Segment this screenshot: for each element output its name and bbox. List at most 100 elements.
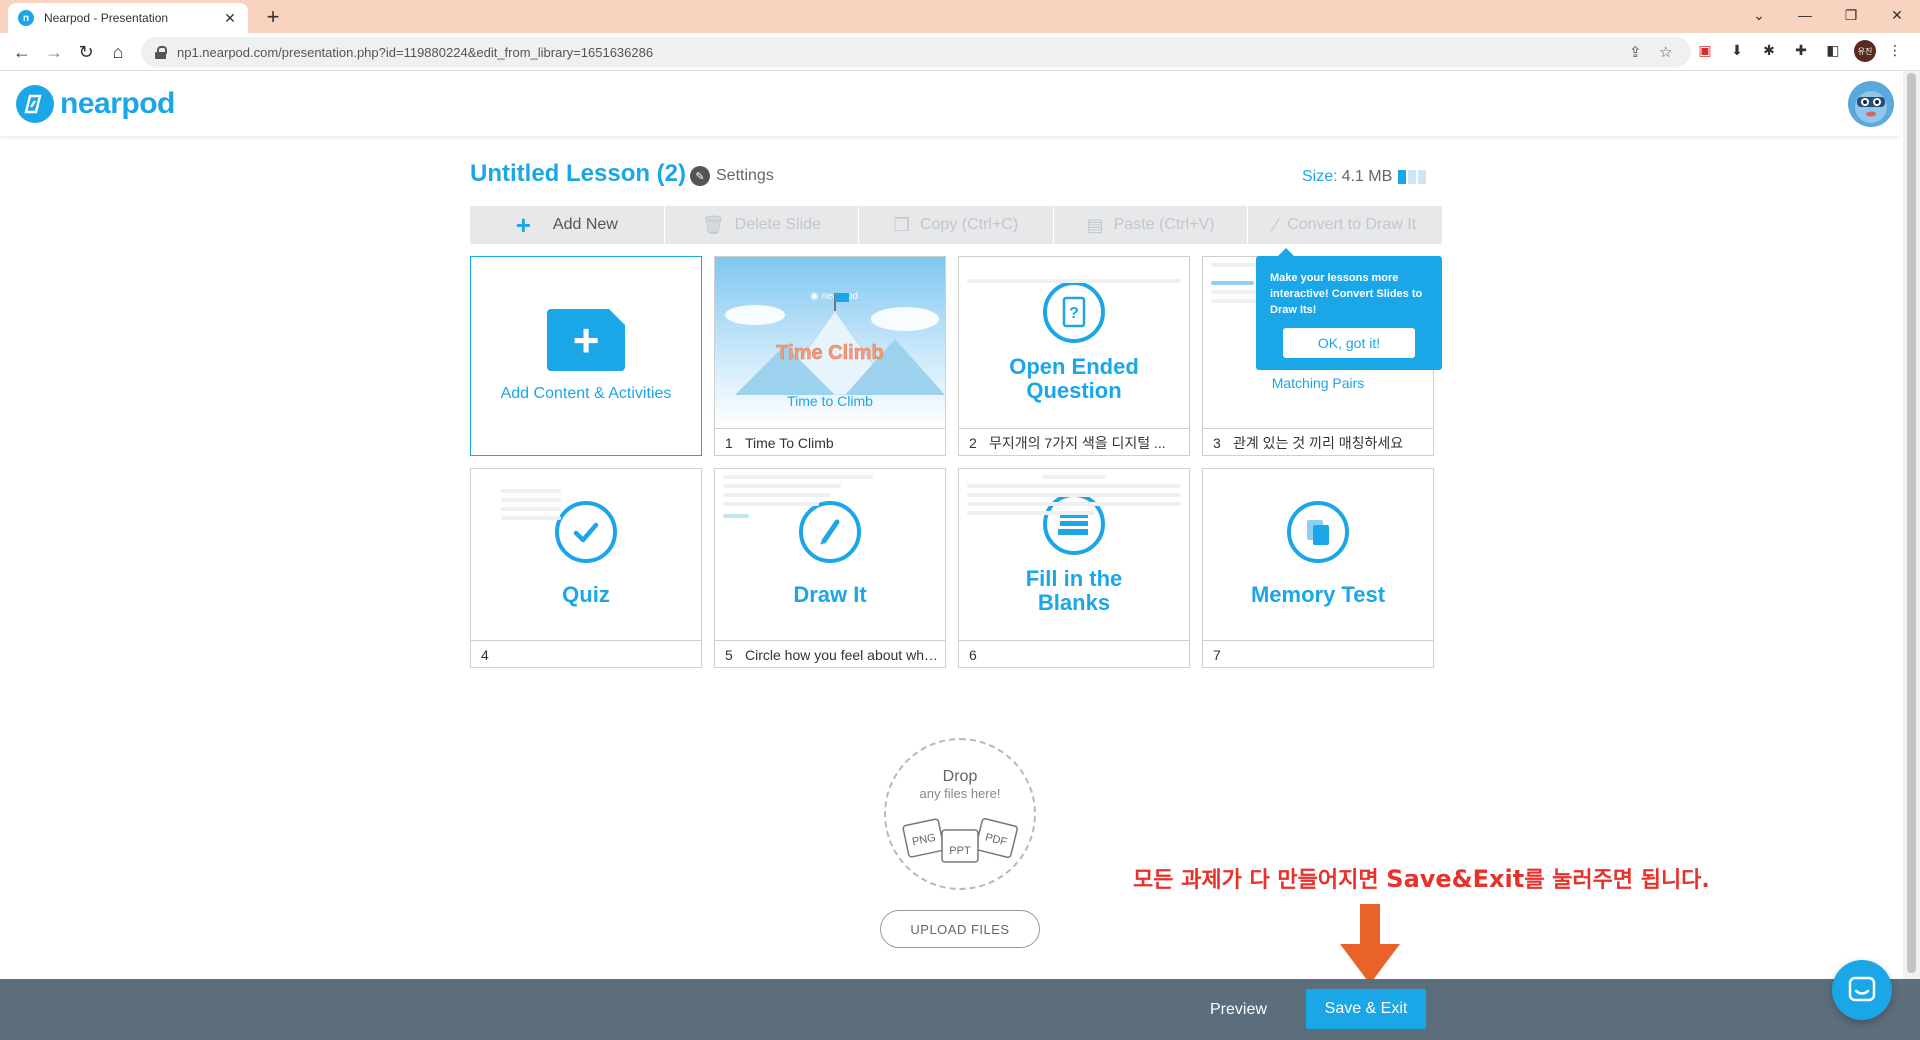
extension-download-icon[interactable]: ⬇ [1728,41,1746,59]
slide-thumb-1: ◉ nearpod Time Climb Time to Climb [715,257,945,427]
slide-thumb-4: Quiz [471,469,701,639]
slide-caption-text: Circle how you feel about what yo... [745,646,945,663]
memory-test-cards-icon [1287,501,1349,563]
slide-caption-1: 1 Time To Climb [715,428,945,456]
slide-action-bar: + Add New 🗑︎ Delete Slide ❐ Copy (Ctrl+C… [470,206,1442,244]
settings-label: Settings [716,167,774,184]
tooltip-text: Make your lessons more interactive! Conv… [1270,272,1423,316]
back-icon[interactable]: ← [8,38,36,66]
slide-number: 5 [725,646,733,663]
copy-button[interactable]: ❐ Copy (Ctrl+C) [859,206,1054,244]
tab-close-icon[interactable]: ✕ [222,10,238,27]
down-arrow-icon [1340,904,1400,984]
slide-caption-7: 7 [1203,640,1433,668]
ok-got-it-button[interactable]: OK, got it! [1283,328,1415,358]
paste-button[interactable]: ▤ Paste (Ctrl+V) [1054,206,1249,244]
annotation-text-before: 모든 과제가 다 만들어지면 [1133,868,1387,893]
upload-files-button[interactable]: UPLOAD FILES [880,910,1040,948]
nearpod-logo[interactable]: nearpod [16,85,175,123]
home-icon[interactable]: ⌂ [104,38,132,66]
slide-type-label-5: Draw It [793,582,867,607]
time-climb-art-text: Time Climb [776,342,883,364]
convert-tooltip: Make your lessons more interactive! Conv… [1256,248,1442,370]
add-content-card[interactable]: + Add Content & Activities [470,256,702,456]
slide-type-label-2: Open Ended Question [1009,354,1139,403]
slide-card-4[interactable]: Quiz 4 [470,468,702,668]
side-panel-icon[interactable]: ◧ [1824,41,1842,59]
slide-caption-5: 5 Circle how you feel about what yo... [715,640,945,668]
slide-number: 6 [969,646,977,663]
minimize-icon[interactable]: — [1782,0,1828,30]
slide-number: 3 [1213,434,1221,451]
restore-icon[interactable]: ❐ [1828,0,1874,30]
slide-card-5[interactable]: Draw It 5 Circle how you feel about what … [714,468,946,668]
user-avatar[interactable] [1848,81,1894,127]
size-label: Size: [1302,168,1338,185]
add-content-label: Add Content & Activities [500,385,672,402]
add-content-icon: + [547,309,625,371]
browser-toolbar: ← → ↻ ⌂ np1.nearpod.com/presentation.php… [0,33,1920,71]
paste-label: Paste (Ctrl+V) [1113,216,1215,233]
convert-label: Convert to Draw It [1287,216,1417,233]
preview-button[interactable]: Preview [1196,995,1281,1025]
svg-text:?: ? [1069,305,1079,322]
trash-icon: 🗑︎ [701,214,725,235]
lesson-title[interactable]: Untitled Lesson (2) [470,160,686,188]
save-exit-button[interactable]: Save & Exit [1306,989,1426,1029]
quiz-checkmark-icon [555,501,617,563]
slide-card-7[interactable]: Memory Test 7 [1202,468,1434,668]
lock-icon[interactable] [155,46,167,59]
slide-caption-3: 3 관계 있는 것 끼리 매칭하세요 [1203,428,1433,456]
slide-caption-text: Time To Climb [745,434,834,451]
browser-menu-icon[interactable]: ⋮ [1886,41,1904,59]
slide-card-1[interactable]: ◉ nearpod Time Climb Time to Climb 1 Time… [714,256,946,456]
add-new-button[interactable]: + Add New [470,206,665,244]
slide-number: 1 [725,434,733,451]
time-to-climb-art-icon: ◉ nearpod Time Climb [725,291,945,395]
support-chat-button[interactable] [1832,960,1892,1020]
slide-caption-6: 6 [959,640,1189,668]
slide-type-label-3: Matching Pairs [1271,375,1365,391]
bookmark-star-icon[interactable]: ☆ [1659,43,1672,61]
settings-link[interactable]: ✎ Settings [690,166,774,186]
share-icon[interactable]: ⇪ [1629,43,1642,61]
profile-avatar[interactable]: 유진 [1854,40,1876,62]
add-new-label: Add New [552,216,618,233]
slide-thumb-5: Draw It [715,469,945,639]
extension-record-icon[interactable]: ▣ [1696,41,1714,59]
logo-text: nearpod [60,87,175,120]
url-text[interactable]: np1.nearpod.com/presentation.php?id=1198… [177,45,653,60]
page-scrollbar[interactable] [1903,71,1920,979]
forward-icon[interactable]: → [40,38,68,66]
convert-to-draw-it-button[interactable]: ∕ Convert to Draw It [1248,206,1442,244]
extensions-puzzle-icon[interactable]: ✚ [1792,41,1810,59]
address-bar[interactable]: np1.nearpod.com/presentation.php?id=1198… [141,37,1691,67]
slide-number: 4 [481,646,489,663]
slide-type-label-7: Memory Test [1250,582,1386,607]
slide-number: 7 [1213,646,1221,663]
paste-icon: ▤ [1086,214,1104,235]
slide-type-label-1: Time to Climb [787,393,873,409]
copy-label: Copy (Ctrl+C) [919,216,1019,233]
slide-card-2[interactable]: ? Open Ended Question 2 무지개의 7가지 색을 디지털 .… [958,256,1190,456]
browser-tabbar: n Nearpod - Presentation ✕ + ⌄ — ❐ ✕ [0,0,1920,33]
file-types-icon: PNG PDF PPT [902,818,1018,863]
file-drop-zone[interactable]: Drop any files here! PNG PDF PPT [884,738,1036,890]
annotation-text-bold: Save&Exit [1386,865,1525,893]
browser-tab[interactable]: n Nearpod - Presentation ✕ [8,3,248,33]
lesson-size: Size: 4.1 MB [1302,168,1427,186]
extension-pinwheel-icon[interactable]: ✱ [1760,41,1778,59]
app-header: nearpod [0,71,1900,136]
delete-slide-button[interactable]: 🗑︎ Delete Slide [665,206,860,244]
tab-search-icon[interactable]: ⌄ [1736,0,1782,30]
nearpod-favicon-icon: n [18,10,34,26]
slide-card-6[interactable]: Fill in the Blanks 6 [958,468,1190,668]
window-close-icon[interactable]: ✕ [1874,0,1920,30]
reload-icon[interactable]: ↻ [72,38,100,66]
size-value: 4.1 MB [1341,168,1393,185]
instruction-annotation: 모든 과제가 다 만들어지면 Save&Exit를 눌러주면 됩니다. [1133,862,1710,894]
new-tab-icon[interactable]: + [260,4,286,30]
scrollbar-thumb[interactable] [1907,73,1916,973]
slide-caption-4: 4 [471,640,701,668]
annotation-text-after: 를 눌러주면 됩니다. [1524,868,1710,893]
